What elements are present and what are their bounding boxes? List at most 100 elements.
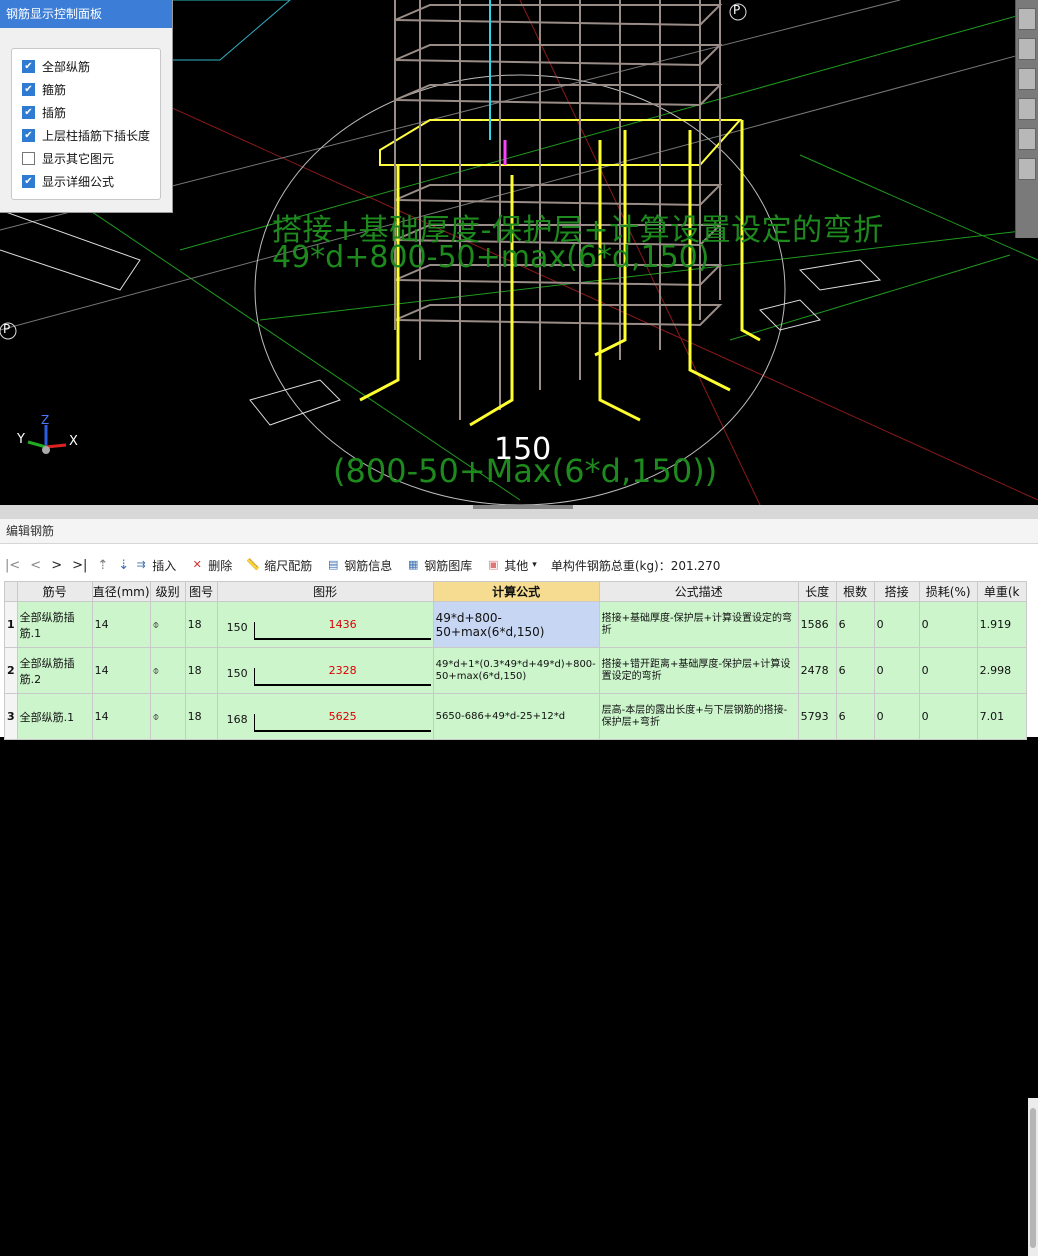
- axis-y-label: Y: [17, 432, 25, 447]
- cell-grade[interactable]: ⌽: [149, 601, 186, 648]
- cell-diameter[interactable]: 14: [91, 693, 151, 740]
- editor-title: 编辑钢筋: [0, 519, 1038, 544]
- cell-loss[interactable]: 0: [918, 647, 978, 694]
- table-row[interactable]: 1 全部纵筋插筋.1 14 ⌽ 18 150 1436 49*d+800-50+max(6*d…: [4, 601, 1027, 648]
- cell-description[interactable]: 层高-本层的露出长度+与下层钢筋的搭接-保护层+弯折: [598, 693, 799, 740]
- prev-record-icon[interactable]: <: [30, 558, 41, 573]
- cell-count[interactable]: 6: [835, 693, 875, 740]
- cell-unit-weight[interactable]: 2.998: [976, 647, 1027, 694]
- row-index[interactable]: 1: [4, 601, 18, 648]
- cell-grade[interactable]: ⌽: [149, 647, 186, 694]
- cell-unit-weight[interactable]: 1.919: [976, 601, 1027, 648]
- scale-rebar-button[interactable]: 📏 缩尺配筋: [246, 557, 312, 574]
- option-row[interactable]: ✔ 上层柱插筋下插长度: [12, 124, 160, 147]
- view-2d-icon[interactable]: [1018, 38, 1036, 60]
- cell-diameter[interactable]: 14: [91, 601, 151, 648]
- rebar-editor: 编辑钢筋 |< < > >| ⇡ ⇣ ⇉ 插入 ✕ 删除 📏 缩尺配筋 ▤ 钢筋信息 ▦…: [0, 519, 1038, 1256]
- cell-count[interactable]: 6: [835, 601, 875, 648]
- checkbox[interactable]: ✔: [22, 129, 35, 142]
- view-cube-icon[interactable]: [1018, 68, 1036, 90]
- layers-icon[interactable]: [1018, 158, 1036, 180]
- cell-description[interactable]: 搭接+基础厚度-保护层+计算设置设定的弯折: [598, 601, 799, 648]
- cell-loss[interactable]: 0: [918, 693, 978, 740]
- insert-button[interactable]: ⇉ 插入: [134, 557, 177, 574]
- cell-shape[interactable]: 168 5625: [216, 693, 434, 740]
- column-header[interactable]: 直径(mm): [91, 581, 151, 602]
- column-header[interactable]: 图号: [184, 581, 218, 602]
- column-header[interactable]: 图形: [216, 581, 434, 602]
- table-row[interactable]: 3 全部纵筋.1 14 ⌽ 18 168 5625 5650-686+49*d-25+12*d…: [4, 693, 1027, 740]
- option-row[interactable]: 显示其它图元: [12, 147, 160, 170]
- column-header[interactable]: 搭接: [873, 581, 920, 602]
- row-index[interactable]: 2: [4, 647, 18, 694]
- vertical-scrollbar[interactable]: [1028, 1098, 1038, 1256]
- cell-lap[interactable]: 0: [873, 647, 920, 694]
- move-up-icon[interactable]: ⇡: [97, 558, 108, 573]
- box-view-icon[interactable]: [1018, 98, 1036, 120]
- cell-loss[interactable]: 0: [918, 601, 978, 648]
- column-header[interactable]: 公式描述: [598, 581, 799, 602]
- cell-formula[interactable]: 49*d+1*(0.3*49*d+49*d)+800-50+max(6*d,15…: [432, 647, 600, 694]
- checkbox[interactable]: [22, 152, 35, 165]
- rebar-info-button[interactable]: ▤ 钢筋信息: [326, 557, 392, 574]
- cell-figure-no[interactable]: 18: [184, 601, 218, 648]
- library-icon: ▦: [408, 558, 419, 571]
- axis-x-label: X: [69, 434, 78, 449]
- checkbox[interactable]: ✔: [22, 175, 35, 188]
- option-label: 显示其它图元: [42, 152, 115, 166]
- cell-bar-name[interactable]: 全部纵筋插筋.2: [16, 647, 93, 694]
- last-record-icon[interactable]: >|: [72, 558, 87, 573]
- view-toolbar: [1015, 0, 1038, 238]
- column-header[interactable]: 筋号: [16, 581, 93, 602]
- column-header[interactable]: 损耗(%): [918, 581, 978, 602]
- cell-bar-name[interactable]: 全部纵筋.1: [16, 693, 93, 740]
- column-header[interactable]: 长度: [797, 581, 837, 602]
- column-header[interactable]: 单重(k: [976, 581, 1027, 602]
- option-row[interactable]: ✔ 显示详细公式: [12, 170, 160, 193]
- cell-shape[interactable]: 150 2328: [216, 647, 434, 694]
- cell-lap[interactable]: 0: [873, 601, 920, 648]
- move-down-icon[interactable]: ⇣: [118, 558, 129, 573]
- panel-title: 钢筋显示控制面板: [0, 0, 172, 28]
- cell-description[interactable]: 搭接+错开距离+基础厚度-保护层+计算设置设定的弯折: [598, 647, 799, 694]
- table-row[interactable]: 2 全部纵筋插筋.2 14 ⌽ 18 150 2328 49*d+1*(0.3*49*d+49…: [4, 647, 1027, 694]
- cell-count[interactable]: 6: [835, 647, 875, 694]
- checkbox[interactable]: ✔: [22, 83, 35, 96]
- rotate-icon[interactable]: [1018, 128, 1036, 150]
- column-header[interactable]: 计算公式: [432, 581, 600, 602]
- column-header[interactable]: 根数: [835, 581, 875, 602]
- cell-diameter[interactable]: 14: [91, 647, 151, 694]
- first-record-icon[interactable]: |<: [5, 558, 20, 573]
- cell-grade[interactable]: ⌽: [149, 693, 186, 740]
- dimension-label: 150: [494, 432, 552, 467]
- cell-figure-no[interactable]: 18: [184, 647, 218, 694]
- shape-left-length: 150: [226, 666, 248, 680]
- row-index[interactable]: 3: [4, 693, 18, 740]
- option-row[interactable]: ✔ 插筋: [12, 101, 160, 124]
- cell-bar-name[interactable]: 全部纵筋插筋.1: [16, 601, 93, 648]
- cell-shape[interactable]: 150 1436: [216, 601, 434, 648]
- cell-formula[interactable]: 5650-686+49*d-25+12*d: [432, 693, 600, 740]
- cell-figure-no[interactable]: 18: [184, 693, 218, 740]
- cell-length[interactable]: 1586: [797, 601, 837, 648]
- checkbox[interactable]: ✔: [22, 60, 35, 73]
- option-row[interactable]: ✔ 全部纵筋: [12, 55, 160, 78]
- marker-p-left: P: [3, 322, 11, 336]
- cell-lap[interactable]: 0: [873, 693, 920, 740]
- other-dropdown[interactable]: ▣ 其他 ▾: [486, 557, 537, 574]
- axis-z-label: Z: [41, 413, 50, 427]
- option-row[interactable]: ✔ 箍筋: [12, 78, 160, 101]
- rebar-display-panel: 钢筋显示控制面板 ✔ 全部纵筋 ✔ 箍筋 ✔ 插筋 ✔ 上层柱插筋下插长度 显示其它图元 ✔ 显示详…: [0, 0, 173, 213]
- checkbox[interactable]: ✔: [22, 106, 35, 119]
- orbit-icon[interactable]: [1018, 8, 1036, 30]
- cell-unit-weight[interactable]: 7.01: [976, 693, 1027, 740]
- column-header[interactable]: 级别: [149, 581, 186, 602]
- splitter-handle[interactable]: [473, 505, 573, 509]
- rebar-library-button[interactable]: ▦ 钢筋图库: [406, 557, 472, 574]
- delete-button[interactable]: ✕ 删除: [190, 557, 233, 574]
- next-record-icon[interactable]: >: [51, 558, 62, 573]
- cell-length[interactable]: 2478: [797, 647, 837, 694]
- option-label: 插筋: [42, 106, 67, 120]
- cell-length[interactable]: 5793: [797, 693, 837, 740]
- cell-formula[interactable]: 49*d+800-50+max(6*d,150): [432, 601, 600, 648]
